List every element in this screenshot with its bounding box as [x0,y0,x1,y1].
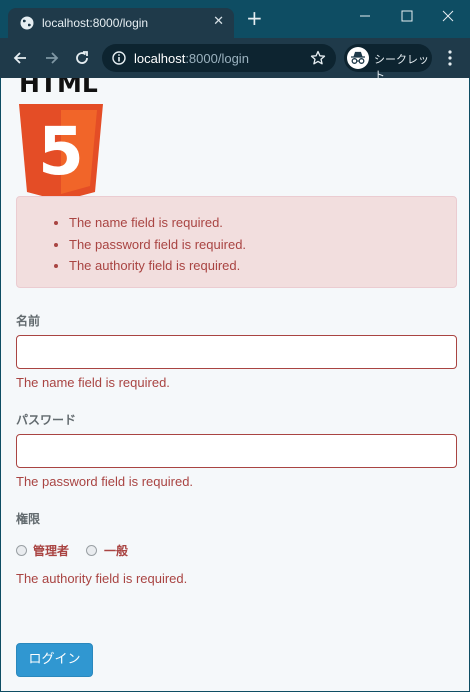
name-input[interactable] [16,335,457,369]
error-list-item: The name field is required. [69,213,246,235]
address-bar[interactable]: localhost:8000/login [102,44,336,72]
url-path: :8000/login [185,51,249,66]
window-close-icon[interactable] [438,6,458,26]
login-button[interactable]: ログイン [16,643,93,677]
maximize-icon[interactable] [397,6,417,26]
name-error: The name field is required. [16,375,170,390]
error-list-item: The authority field is required. [69,256,246,278]
logo-glyph: 5 [38,113,84,190]
incognito-icon [347,47,369,69]
name-label: 名前 [16,314,41,328]
error-list: The name field is required. The password… [69,213,246,278]
forward-arrow-icon[interactable] [42,48,62,68]
browser-tab[interactable]: localhost:8000/login ✕ [8,8,234,38]
url-host: localhost [134,51,186,66]
bookmark-star-icon[interactable] [310,50,326,66]
browser-toolbar: localhost:8000/login シークレット [0,38,470,82]
authority-error: The authority field is required. [16,571,188,586]
close-tab-icon[interactable]: ✕ [213,14,224,29]
menu-kebab-icon[interactable] [444,48,456,68]
back-arrow-icon[interactable] [10,48,30,68]
url-text: localhost:8000/login [134,51,249,66]
title-bar: localhost:8000/login ✕ + [0,0,470,38]
minimize-icon[interactable] [355,6,375,26]
error-list-item: The password field is required. [69,235,246,257]
globe-icon [20,16,34,30]
authority-radio-admin[interactable] [16,545,27,556]
new-tab-button[interactable]: + [246,8,263,28]
authority-radio-general[interactable] [86,545,97,556]
password-error: The password field is required. [16,474,194,489]
incognito-badge[interactable]: シークレット [344,44,432,82]
authority-option-admin-label[interactable]: 管理者 [33,542,69,559]
logo-text: HTML [19,78,98,98]
tab-title: localhost:8000/login [42,16,149,30]
password-label: パスワード [16,413,77,427]
page-content: HTML 5 The name field is required. The p… [1,78,469,691]
html5-logo: HTML 5 [19,78,103,198]
password-input[interactable] [16,434,457,468]
reload-icon[interactable] [72,48,92,68]
authority-label: 権限 [16,512,41,526]
error-alert: The name field is required. The password… [16,196,457,288]
authority-option-general-label[interactable]: 一般 [104,542,128,559]
info-icon[interactable] [112,51,126,65]
